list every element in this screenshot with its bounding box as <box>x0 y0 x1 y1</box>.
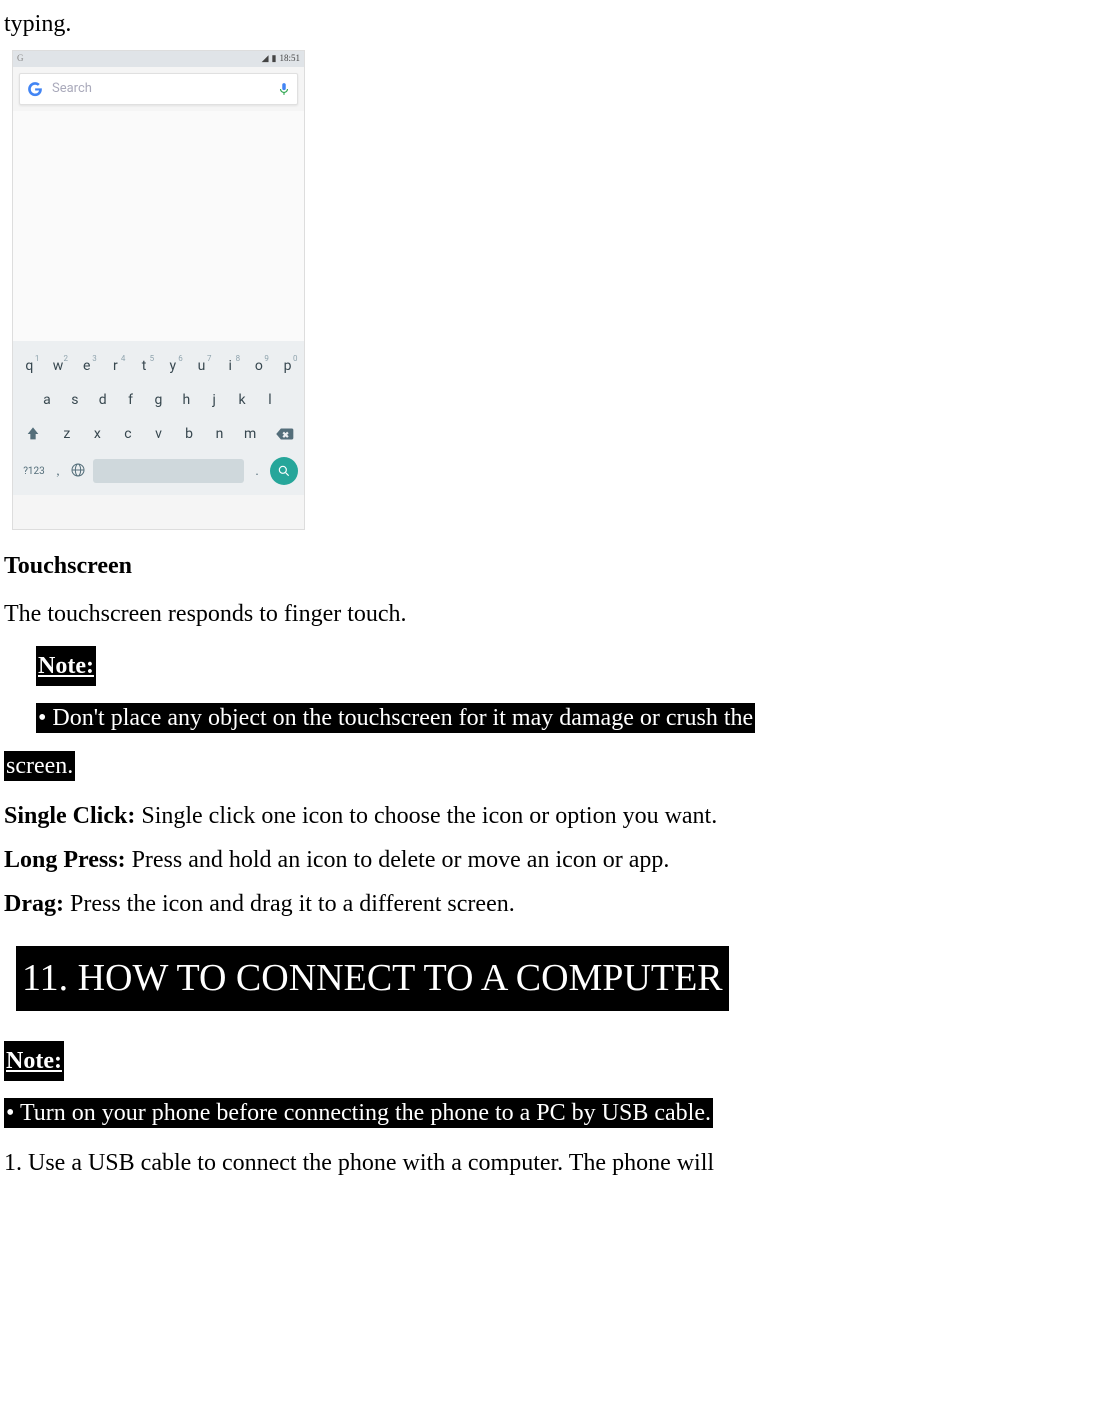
intro-fragment: typing. <box>4 6 1103 42</box>
status-battery-icon: ▮ <box>272 52 277 66</box>
status-bar: G ◢ ▮ 18:51 <box>13 51 304 67</box>
globe-key[interactable] <box>67 453 89 489</box>
on-screen-keyboard: q1 w2 e3 r4 t5 y6 u7 i8 o9 p0 a s d f g … <box>13 341 304 495</box>
key-z[interactable]: z <box>55 419 79 449</box>
note-block-2: Note: • Turn on your phone before connec… <box>4 1041 1103 1131</box>
google-g-icon <box>26 80 44 98</box>
touchscreen-heading: Touchscreen <box>4 548 1103 584</box>
key-w[interactable]: w2 <box>46 351 70 381</box>
key-q[interactable]: q1 <box>17 351 41 381</box>
long-press-label: Long Press: <box>4 847 126 873</box>
status-left: G <box>17 52 24 66</box>
drag-text: Press the icon and drag it to a differen… <box>64 891 515 917</box>
symbols-key[interactable]: ?123 <box>19 464 49 479</box>
key-k[interactable]: k <box>230 385 254 415</box>
key-v[interactable]: v <box>146 419 170 449</box>
spacebar-key[interactable] <box>93 459 244 483</box>
note1-line2: screen. <box>4 751 75 781</box>
phone-screenshot: G ◢ ▮ 18:51 Search q1 w2 e3 r4 t5 y6 u7 … <box>12 50 305 530</box>
key-g[interactable]: g <box>146 385 170 415</box>
drag-label: Drag: <box>4 891 64 917</box>
shift-icon <box>25 426 41 442</box>
search-enter-key[interactable] <box>270 457 298 485</box>
key-u[interactable]: u7 <box>189 351 213 381</box>
key-p[interactable]: p0 <box>276 351 300 381</box>
note1-line1: • Don't place any object on the touchscr… <box>36 703 755 733</box>
key-s[interactable]: s <box>63 385 87 415</box>
long-press-text: Press and hold an icon to delete or move… <box>126 847 670 873</box>
key-c[interactable]: c <box>116 419 140 449</box>
note-label-1: Note: <box>36 646 96 686</box>
key-a[interactable]: a <box>35 385 59 415</box>
status-time: 18:51 <box>279 52 300 66</box>
chapter-heading: 11. HOW TO CONNECT TO A COMPUTER <box>16 946 729 1011</box>
google-search-bar[interactable]: Search <box>19 73 298 105</box>
key-row-2: a s d f g h j k l <box>15 385 302 415</box>
note-block-1: Note: • Don't place any object on the to… <box>4 646 1103 784</box>
touchscreen-intro: The touchscreen responds to finger touch… <box>4 596 1103 632</box>
key-j[interactable]: j <box>202 385 226 415</box>
backspace-key[interactable] <box>269 419 299 449</box>
note-label-2: Note: <box>4 1041 64 1081</box>
globe-icon <box>70 462 86 478</box>
key-m[interactable]: m <box>238 419 262 449</box>
key-f[interactable]: f <box>119 385 143 415</box>
key-b[interactable]: b <box>177 419 201 449</box>
key-y[interactable]: y6 <box>161 351 185 381</box>
search-icon <box>277 464 291 478</box>
key-i[interactable]: i8 <box>218 351 242 381</box>
def-drag: Drag: Press the icon and drag it to a di… <box>4 886 1103 922</box>
key-row-3: z x c v b n m <box>15 419 302 449</box>
key-l[interactable]: l <box>258 385 282 415</box>
key-r[interactable]: r4 <box>103 351 127 381</box>
single-click-text: Single click one icon to choose the icon… <box>135 803 717 829</box>
shift-key[interactable] <box>18 419 48 449</box>
key-t[interactable]: t5 <box>132 351 156 381</box>
blank-content-area <box>13 111 304 341</box>
search-placeholder: Search <box>52 79 277 99</box>
note2-line1: • Turn on your phone before connecting t… <box>4 1098 713 1128</box>
key-o[interactable]: o9 <box>247 351 271 381</box>
single-click-label: Single Click: <box>4 803 135 829</box>
status-signal-icon: ◢ <box>262 52 269 66</box>
key-row-1: q1 w2 e3 r4 t5 y6 u7 i8 o9 p0 <box>15 351 302 381</box>
def-single-click: Single Click: Single click one icon to c… <box>4 798 1103 834</box>
backspace-icon <box>274 427 294 441</box>
key-row-4: ?123 , . <box>15 453 302 489</box>
comma-key[interactable]: , <box>49 461 67 481</box>
key-e[interactable]: e3 <box>75 351 99 381</box>
key-n[interactable]: n <box>208 419 232 449</box>
key-h[interactable]: h <box>174 385 198 415</box>
key-d[interactable]: d <box>91 385 115 415</box>
step-1: 1. Use a USB cable to connect the phone … <box>4 1145 1103 1181</box>
period-key[interactable]: . <box>248 461 266 481</box>
key-x[interactable]: x <box>85 419 109 449</box>
def-long-press: Long Press: Press and hold an icon to de… <box>4 842 1103 878</box>
mic-icon[interactable] <box>277 81 291 97</box>
